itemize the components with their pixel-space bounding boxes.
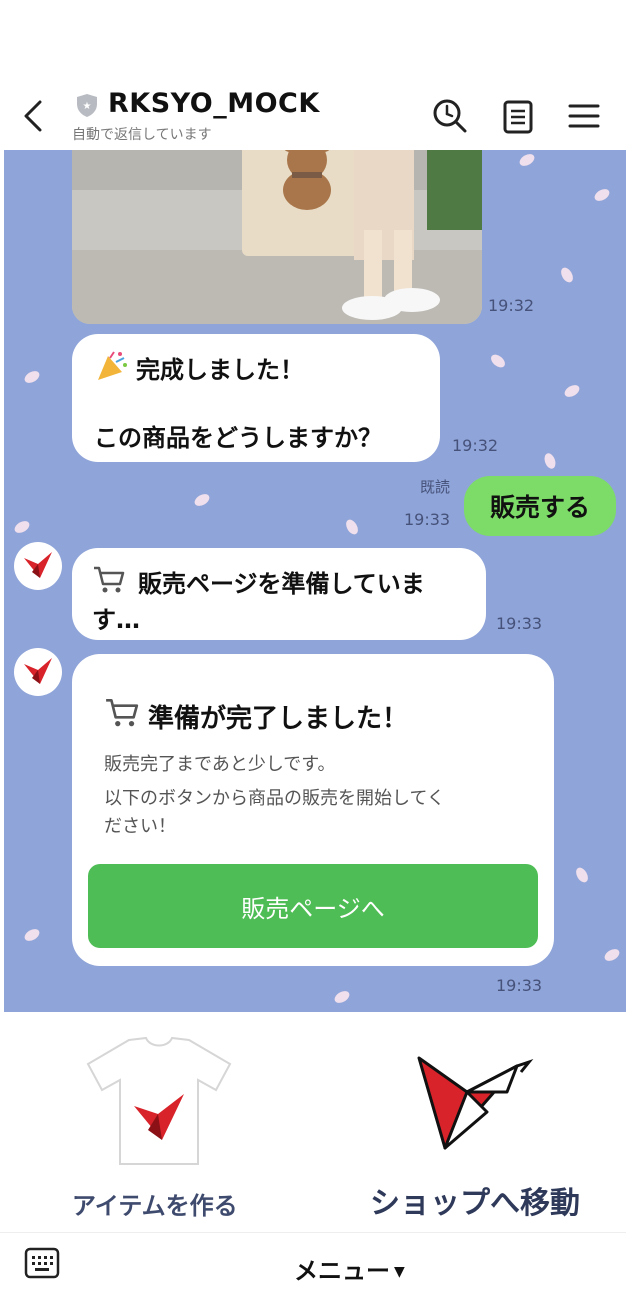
petal-decoration xyxy=(573,865,591,885)
read-receipt: 既読 xyxy=(420,478,451,496)
menu-label: メニュー xyxy=(294,1257,390,1285)
petal-decoration xyxy=(602,946,622,964)
shopping-cart-icon xyxy=(94,566,125,593)
bot-message-line: この商品をどうしますか？ xyxy=(94,424,382,452)
petal-decoration xyxy=(558,265,576,285)
sales-page-button[interactable]: 販売ページへ xyxy=(88,864,538,948)
svg-text:★: ★ xyxy=(83,101,92,112)
petal-decoration xyxy=(332,988,352,1006)
petal-decoration xyxy=(562,382,582,400)
sales-ready-card: 準備が完了しました！ 販売完了まであと少しです。 以下のボタンから商品の販売を開… xyxy=(72,654,554,966)
bot-message-line: す… xyxy=(92,606,140,634)
message-time: 19:33 xyxy=(404,510,451,529)
chat-header: ★ RKSYO_MOCK 自動で返信しています xyxy=(0,0,626,150)
origami-bird-logo-icon xyxy=(417,1056,534,1150)
card-body-line: 以下のボタンから商品の販売を開始してく xyxy=(104,788,445,809)
petal-decoration xyxy=(542,451,558,471)
shield-icon: ★ xyxy=(77,94,97,117)
petal-decoration xyxy=(488,352,508,370)
bot-message-line: 販売ページを準備していま xyxy=(138,570,425,598)
dropdown-triangle-icon: ▼ xyxy=(394,1264,405,1280)
petal-decoration xyxy=(12,518,32,536)
go-to-shop-label: ショップへ移動 xyxy=(370,1186,580,1221)
message-time: 19:33 xyxy=(496,976,543,995)
search-icon[interactable] xyxy=(430,96,470,136)
card-title: 準備が完了しました！ xyxy=(148,704,409,734)
notes-icon[interactable] xyxy=(498,96,538,136)
message-time: 19:32 xyxy=(488,296,535,315)
petal-decoration xyxy=(192,491,212,509)
menu-toggle[interactable]: メニュー ▼ xyxy=(294,1251,405,1286)
user-message-bubble[interactable]: 販売する xyxy=(464,476,616,536)
petal-decoration xyxy=(592,186,612,204)
product-photo[interactable] xyxy=(72,150,482,324)
bot-message-bubble[interactable]: 完成しました！ この商品をどうしますか？ xyxy=(72,334,440,462)
bottom-bar: メニュー ▼ xyxy=(0,1232,626,1300)
shopping-cart-icon xyxy=(106,699,139,727)
petal-decoration xyxy=(517,151,537,169)
back-icon[interactable] xyxy=(16,96,52,136)
message-time: 19:32 xyxy=(452,436,499,455)
bot-message-bubble[interactable]: 販売ページを準備していま す… xyxy=(72,548,486,640)
tshirt-icon xyxy=(86,1036,232,1165)
chat-title: RKSYO_MOCK xyxy=(108,88,320,119)
auto-reply-status: 自動で返信しています xyxy=(72,127,212,143)
petal-decoration xyxy=(22,926,42,944)
bot-avatar[interactable] xyxy=(14,648,62,696)
chat-area[interactable]: 19:32 完成しました！ この商品をどうしますか？ 19:32 既読 19:3… xyxy=(4,150,626,1012)
message-time: 19:33 xyxy=(496,614,543,633)
party-popper-icon xyxy=(98,351,127,380)
petal-decoration xyxy=(343,517,361,537)
bot-avatar[interactable] xyxy=(14,542,62,590)
create-item-label: アイテムを作る xyxy=(72,1192,238,1220)
card-body-line: 販売完了まであと少しです。 xyxy=(104,754,336,775)
hamburger-menu-icon[interactable] xyxy=(564,96,604,136)
bot-message-line: 完成しました！ xyxy=(136,356,304,384)
keyboard-icon[interactable] xyxy=(24,1247,60,1279)
card-body-line: ださい！ xyxy=(104,816,176,837)
petal-decoration xyxy=(22,368,42,386)
